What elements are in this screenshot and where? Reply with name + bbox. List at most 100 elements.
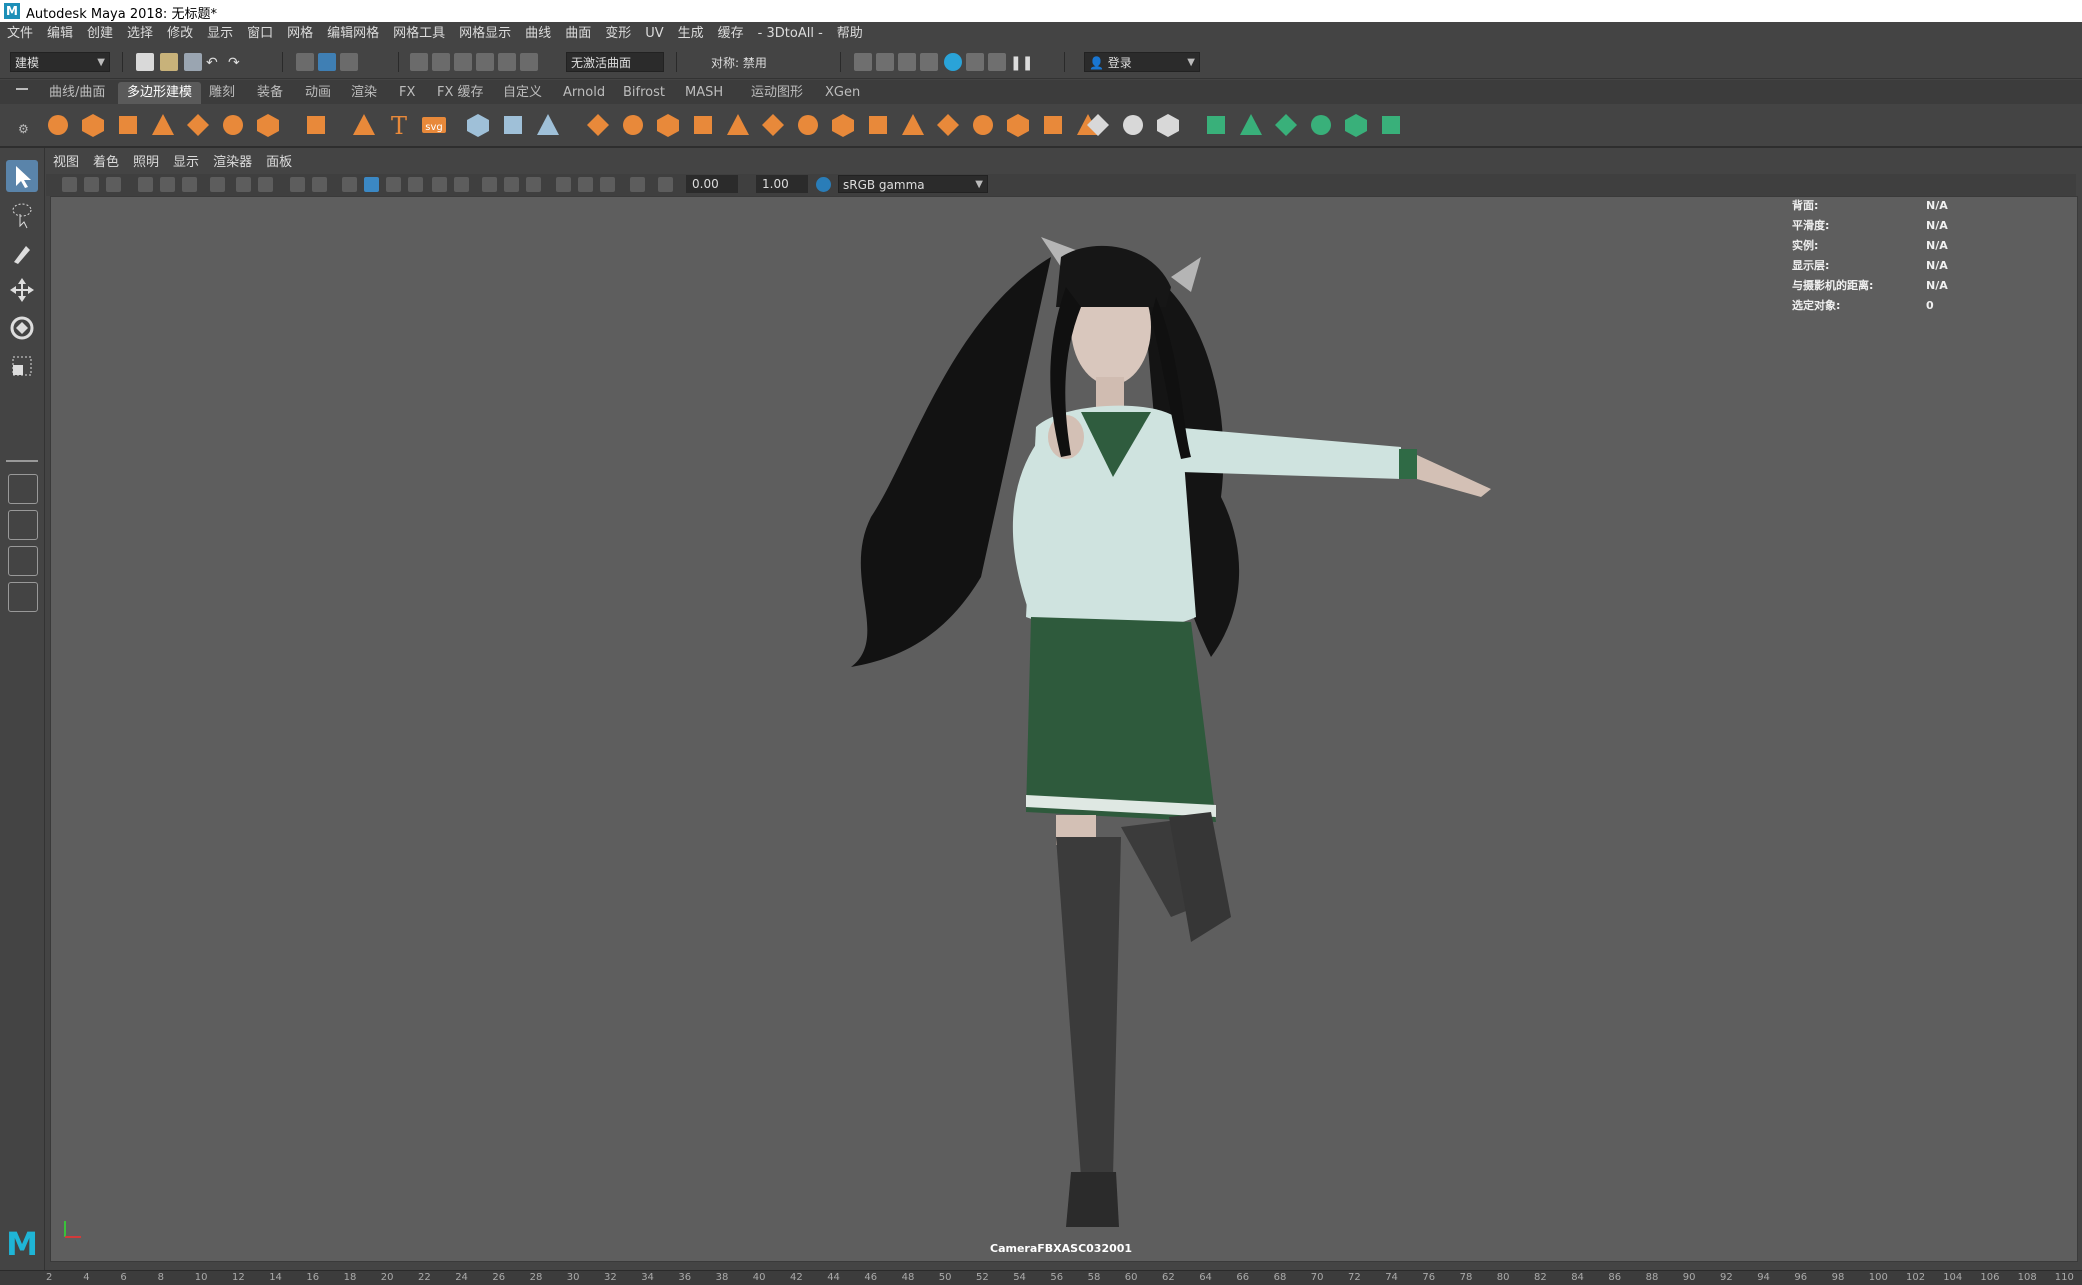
sphere-icon[interactable] [44, 111, 72, 139]
camera-attributes-icon[interactable] [84, 177, 99, 192]
ipr-render-icon[interactable] [898, 53, 916, 71]
shelf-tab[interactable]: MASH [676, 82, 732, 104]
shelf-tab[interactable]: 动画 [296, 82, 340, 104]
svg-icon[interactable]: svg [420, 111, 448, 139]
exposure-field[interactable]: 0.00 [686, 175, 738, 193]
measure-icon[interactable] [464, 111, 492, 139]
shelf-tab[interactable]: FX 缓存 [428, 82, 493, 104]
image-plane-icon[interactable] [138, 177, 153, 192]
menu-item[interactable]: 创建 [80, 22, 120, 46]
combine-icon[interactable] [584, 111, 612, 139]
panel-menu-item[interactable]: 面板 [259, 152, 299, 174]
backface-icon[interactable] [630, 177, 645, 192]
type-icon[interactable]: T [385, 111, 413, 140]
film-gate-icon[interactable] [182, 177, 197, 192]
pause-icon[interactable]: ❚❚ [1010, 55, 1033, 73]
render-frame-icon[interactable] [876, 53, 894, 71]
select-tool-icon[interactable] [6, 160, 38, 192]
shelf-tab[interactable]: 雕刻 [200, 82, 244, 104]
light-editor-icon[interactable] [988, 53, 1006, 71]
hypershade-icon[interactable] [944, 53, 962, 71]
snap-curve-icon[interactable] [432, 53, 450, 71]
bevel-icon[interactable] [934, 111, 962, 139]
close-icon[interactable] [1377, 111, 1405, 139]
menu-item[interactable]: - 3DtoAll - [751, 22, 830, 46]
menu-item[interactable]: 生成 [671, 22, 711, 46]
smooth-icon[interactable] [689, 111, 717, 139]
layout-icon[interactable] [1272, 111, 1300, 139]
snap-view-plane-icon[interactable] [476, 53, 494, 71]
menu-item[interactable]: 变形 [598, 22, 638, 46]
menu-item[interactable]: 修改 [160, 22, 200, 46]
grid-icon[interactable] [160, 177, 175, 192]
cone-icon[interactable] [149, 111, 177, 139]
shelf-tab[interactable]: Bifrost [614, 82, 674, 104]
mode-selector[interactable]: 建模 ▼ [10, 52, 110, 72]
cut-uv-icon[interactable] [1154, 111, 1182, 139]
collapse-icon[interactable] [864, 111, 892, 139]
torus-icon[interactable] [184, 111, 212, 139]
shelf-menu-icon[interactable] [16, 88, 28, 90]
target-weld-icon[interactable] [1004, 111, 1032, 139]
textured-icon[interactable] [408, 177, 423, 192]
platonic-icon[interactable] [302, 111, 330, 139]
ambient-occlusion-icon[interactable] [482, 177, 497, 192]
shelf-tab[interactable]: 自定义 [494, 82, 551, 104]
menu-item[interactable]: 编辑 [40, 22, 80, 46]
menu-item[interactable]: 文件 [0, 22, 40, 46]
motion-blur-icon[interactable] [504, 177, 519, 192]
separate-icon[interactable] [619, 111, 647, 139]
extract-icon[interactable] [654, 111, 682, 139]
select-object-icon[interactable] [318, 53, 336, 71]
panel-menu-item[interactable]: 着色 [86, 152, 126, 174]
symmetry-icon[interactable] [1342, 111, 1370, 139]
shelf-tab[interactable]: FX [390, 82, 424, 104]
render-settings-icon[interactable] [920, 53, 938, 71]
save-scene-icon[interactable] [184, 53, 202, 71]
snap-live-icon[interactable] [498, 53, 516, 71]
menu-item[interactable]: 缓存 [711, 22, 751, 46]
panel-menu-item[interactable]: 照明 [126, 152, 166, 174]
sew-uv-icon[interactable] [1202, 111, 1230, 139]
menu-item[interactable]: 显示 [200, 22, 240, 46]
select-component-icon[interactable] [340, 53, 358, 71]
lasso-tool-icon[interactable] [6, 198, 38, 230]
menu-item[interactable]: 窗口 [240, 22, 280, 46]
extrude-icon[interactable] [899, 111, 927, 139]
open-scene-icon[interactable] [160, 53, 178, 71]
time-slider[interactable]: 2 4 6 8 10 12 14 16 18 20 22 24 26 28 30 32 34 36 38 40 42 44… [0, 1270, 2082, 1285]
single-perspective-layout-icon[interactable] [8, 474, 38, 504]
scale-tool-icon[interactable] [6, 350, 38, 382]
menu-item[interactable]: 编辑网格 [320, 22, 386, 46]
panel-menu-item[interactable]: 显示 [166, 152, 206, 174]
select-hierarchy-icon[interactable] [296, 53, 314, 71]
menu-item[interactable]: UV [638, 22, 670, 46]
shelf-tab[interactable]: 曲线/曲面 [40, 82, 114, 104]
fill-hole-icon[interactable] [829, 111, 857, 139]
disc-icon[interactable] [254, 111, 282, 139]
panel-menu-item[interactable]: 视图 [46, 152, 86, 174]
boolean-icon[interactable] [724, 111, 752, 139]
pivot-icon[interactable] [534, 111, 562, 139]
shelf-tab[interactable]: 渲染 [342, 82, 386, 104]
gamma-field[interactable]: 1.00 [756, 175, 808, 193]
menu-item[interactable]: 帮助 [830, 22, 870, 46]
gate-mask-icon[interactable] [236, 177, 251, 192]
menu-item[interactable]: 曲线 [518, 22, 558, 46]
redo-icon[interactable]: ↷ [228, 55, 246, 73]
shelf-tab[interactable]: Arnold [554, 82, 614, 104]
safe-title-icon[interactable] [312, 177, 327, 192]
antialiasing-icon[interactable] [526, 177, 541, 192]
auto-map-icon[interactable] [1119, 111, 1147, 139]
new-scene-icon[interactable] [136, 53, 154, 71]
render-view-icon[interactable] [854, 53, 872, 71]
xray-joints-icon[interactable] [600, 177, 615, 192]
menu-item[interactable]: 网格显示 [452, 22, 518, 46]
checker-icon[interactable] [1307, 111, 1335, 139]
color-space-selector[interactable]: sRGB gamma ▼ [838, 175, 988, 193]
unfold-icon[interactable] [1237, 111, 1265, 139]
menu-item[interactable]: 曲面 [558, 22, 598, 46]
lights-icon[interactable] [432, 177, 447, 192]
planar-map-icon[interactable] [1084, 111, 1112, 139]
color-management-icon[interactable] [816, 177, 831, 192]
